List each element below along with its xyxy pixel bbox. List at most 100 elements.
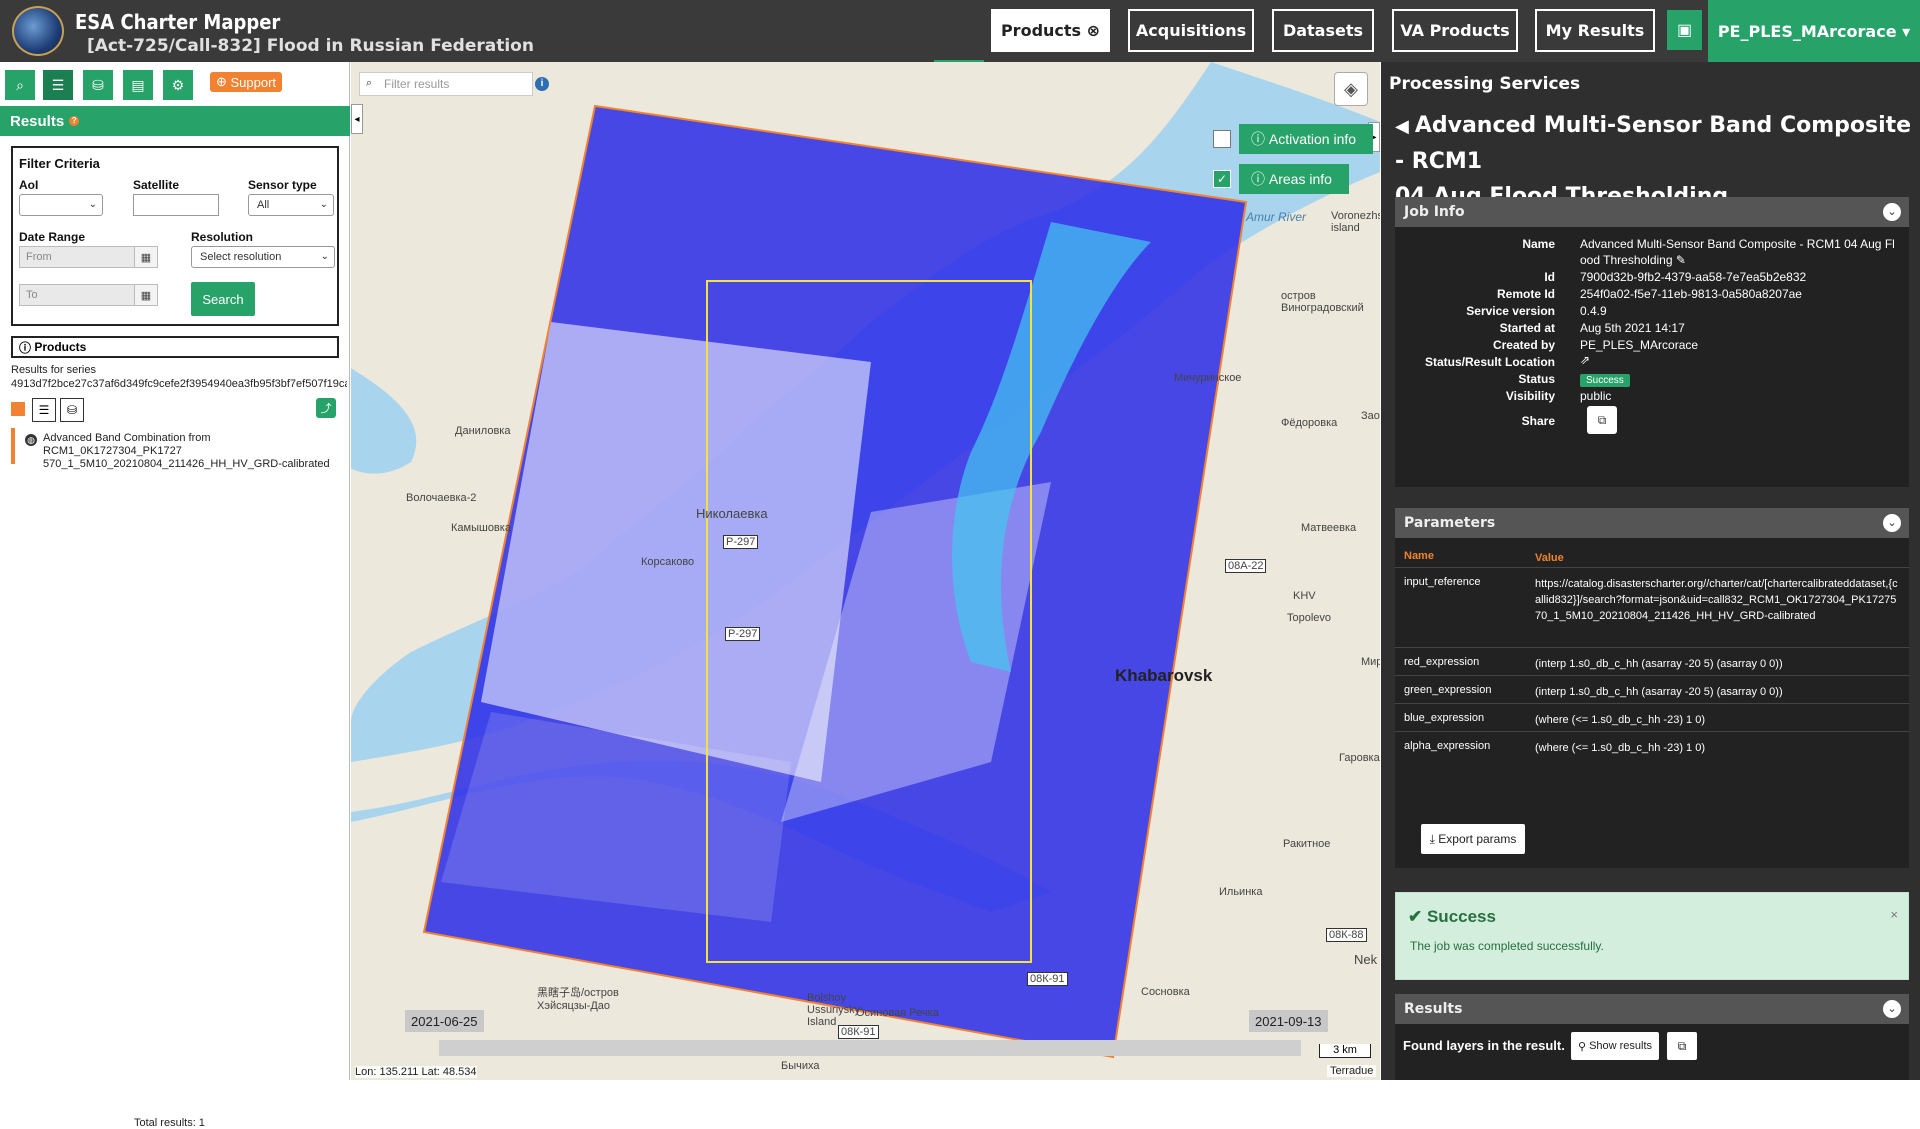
search-button[interactable]: Search	[191, 282, 255, 316]
total-results: Total results: 1	[134, 1117, 205, 1129]
id-value: 7900d32b-9fb2-4379-aa58-7e7ea5b2e832	[1580, 270, 1807, 284]
param-name: red_expression	[1404, 656, 1480, 668]
parameters-title: Parameters	[1404, 515, 1496, 531]
date-to-input[interactable]: To	[19, 284, 135, 306]
satellite-input[interactable]	[133, 194, 219, 216]
scale-bar: 3 km	[1319, 1044, 1371, 1058]
user-menu[interactable]: PE_PLES_MArcorace ▾	[1708, 0, 1920, 62]
remote-id-key: Remote Id	[1496, 287, 1555, 301]
param-name: blue_expression	[1404, 712, 1485, 724]
help-icon[interactable]: ?	[69, 116, 80, 126]
activation-info-button[interactable]: ⓘ Activation info	[1239, 124, 1373, 154]
aoi-select[interactable]: ⌄	[19, 194, 103, 216]
nav-products[interactable]: Products ⊗	[991, 9, 1110, 52]
created-value: PE_PLES_MArcorace	[1580, 338, 1699, 352]
nav-acquisitions[interactable]: Acquisitions	[1128, 9, 1254, 52]
copy-link-icon[interactable]: ⧉	[1587, 406, 1617, 434]
list-tool-icon[interactable]: ☰	[43, 70, 73, 100]
sensor-select[interactable]: All ⌄	[248, 194, 334, 216]
briefcase-icon[interactable]: ▣	[1667, 10, 1702, 50]
chevron-down-icon[interactable]: ⌄	[1883, 514, 1901, 532]
back-arrow-icon[interactable]: ◀	[1395, 116, 1409, 137]
archive-tool-icon[interactable]: ▤	[123, 70, 153, 100]
processing-services-title: Processing Services	[1389, 74, 1581, 94]
map-label-osinovaya: Осиновая Речка	[856, 1007, 939, 1019]
timeline-end: 2021-09-13	[1249, 1010, 1328, 1032]
search-icon: ⌕	[366, 77, 373, 89]
job-info-header[interactable]: Job Info ⌄	[1395, 197, 1909, 227]
map-label-ilyinka: Ильинка	[1219, 886, 1263, 898]
show-results-label: Show results	[1589, 1040, 1653, 1052]
map-label-heixiazi: 黑瞎子岛/остров Хэйсяцзы-Дао	[537, 987, 619, 1012]
attribution[interactable]: Terradue	[1327, 1065, 1377, 1077]
charter-logo-icon	[12, 6, 64, 56]
param-name: alpha_expression	[1404, 740, 1491, 752]
nav-va-products[interactable]: VA Products	[1392, 9, 1518, 52]
share-icon[interactable]: ⤴	[316, 398, 336, 418]
left-panel: ⌕ ☰ ⛁ ▤ ⚙ ⊕ User Support & UM Results? F…	[0, 60, 350, 1129]
list-item[interactable]: ◍ Advanced Band Combination from RCM1_0K…	[11, 428, 339, 470]
parameters-header[interactable]: Parameters ⌄	[1395, 508, 1909, 538]
map-label-matveevka: Матвеевка	[1301, 522, 1357, 534]
service-version-key: Service version	[1466, 304, 1555, 318]
table-row: red_expression (interp 1.s0_db_c_hh (asa…	[1395, 648, 1909, 676]
success-text: The job was completed successfully.	[1410, 939, 1604, 953]
satellite-label: Satellite	[133, 178, 180, 192]
sar-speckle-zone	[481, 322, 871, 782]
basket-tool-icon[interactable]: ⛁	[83, 70, 113, 100]
param-value: https://catalog.disasterscharter.org//ch…	[1535, 578, 1898, 622]
date-range-label: Date Range	[19, 230, 86, 244]
select-all-checkbox[interactable]	[11, 402, 25, 416]
calendar-icon[interactable]: ▦	[134, 246, 158, 268]
activation-info-checkbox[interactable]	[1213, 130, 1231, 148]
show-results-button[interactable]: ⚲ Show results	[1571, 1032, 1659, 1060]
areas-info-checkbox[interactable]: ✓	[1213, 170, 1231, 188]
list-view-icon[interactable]: ☰	[32, 398, 56, 422]
user-support-button[interactable]: ⊕ User Support & UM	[210, 60, 283, 105]
copy-icon[interactable]: ⧉	[1667, 1032, 1697, 1060]
edit-icon[interactable]: ✎	[1676, 253, 1686, 267]
nav-my-results[interactable]: My Results	[1535, 9, 1655, 52]
check-circle-icon: ✔	[1408, 907, 1427, 926]
started-key: Started at	[1499, 321, 1555, 335]
param-name: input_reference	[1404, 576, 1481, 588]
map-view[interactable]: ⌕ Filter results i ◂ ▸ ◈ ⓘ Activation inf…	[351, 62, 1380, 1080]
timeline-slider[interactable]	[439, 1040, 1301, 1056]
calendar-icon[interactable]: ▦	[134, 284, 158, 306]
export-params-button[interactable]: ⤓ Export params	[1421, 824, 1525, 854]
status-key: Status	[1518, 372, 1555, 386]
layers-icon[interactable]: ◈	[1334, 72, 1368, 106]
info-icon[interactable]: i	[535, 77, 549, 91]
name-key: Name	[1522, 237, 1555, 251]
nav-datasets[interactable]: Datasets	[1272, 9, 1374, 52]
close-icon[interactable]: ×	[1890, 907, 1898, 922]
table-row: alpha_expression (where (<= 1.s0_db_c_hh…	[1395, 732, 1909, 760]
areas-info-button[interactable]: ⓘ Areas info	[1239, 164, 1349, 194]
products-header: ⓘ Products	[11, 336, 339, 358]
results-panel-header[interactable]: Results ⌄	[1395, 994, 1909, 1024]
search-tool-icon[interactable]: ⌕	[5, 70, 35, 100]
resolution-select[interactable]: Select resolution ⌄	[191, 246, 335, 268]
chevron-down-icon[interactable]: ⌄	[1883, 1000, 1901, 1018]
add-basket-icon[interactable]: ⛁	[60, 398, 84, 422]
resolution-value: Select resolution	[200, 251, 282, 263]
collapse-left-button[interactable]: ◂	[351, 104, 363, 134]
settings-tool-icon[interactable]: ⚙	[163, 70, 193, 100]
map-label-fedorovka: Фёдоровка	[1281, 417, 1338, 429]
filter-results-input[interactable]: ⌕ Filter results	[359, 72, 533, 96]
results-panel: Results ⌄ Found layers in the result. ⚲ S…	[1395, 994, 1909, 1080]
success-title: ✔ Success	[1408, 907, 1496, 927]
share-key: Share	[1521, 414, 1555, 428]
info-icon: ⓘ	[19, 340, 35, 355]
map-label-volochaevka: Волочаевка-2	[406, 492, 477, 504]
chevron-down-icon[interactable]: ⌄	[1883, 203, 1901, 221]
visibility-value: public	[1580, 389, 1612, 403]
map-label-danilovka: Даниловка	[455, 425, 511, 437]
external-link-icon[interactable]: ⇗	[1580, 353, 1590, 367]
found-layers-text: Found layers in the result.	[1403, 1038, 1565, 1053]
export-label: Export params	[1438, 832, 1517, 846]
map-label-garovka: Гаровка	[1339, 752, 1380, 764]
status-badge: Success	[1580, 374, 1630, 387]
date-from-input[interactable]: From	[19, 246, 135, 268]
name-value-1: Advanced Multi-Sensor Band Composite - R…	[1580, 237, 1895, 251]
